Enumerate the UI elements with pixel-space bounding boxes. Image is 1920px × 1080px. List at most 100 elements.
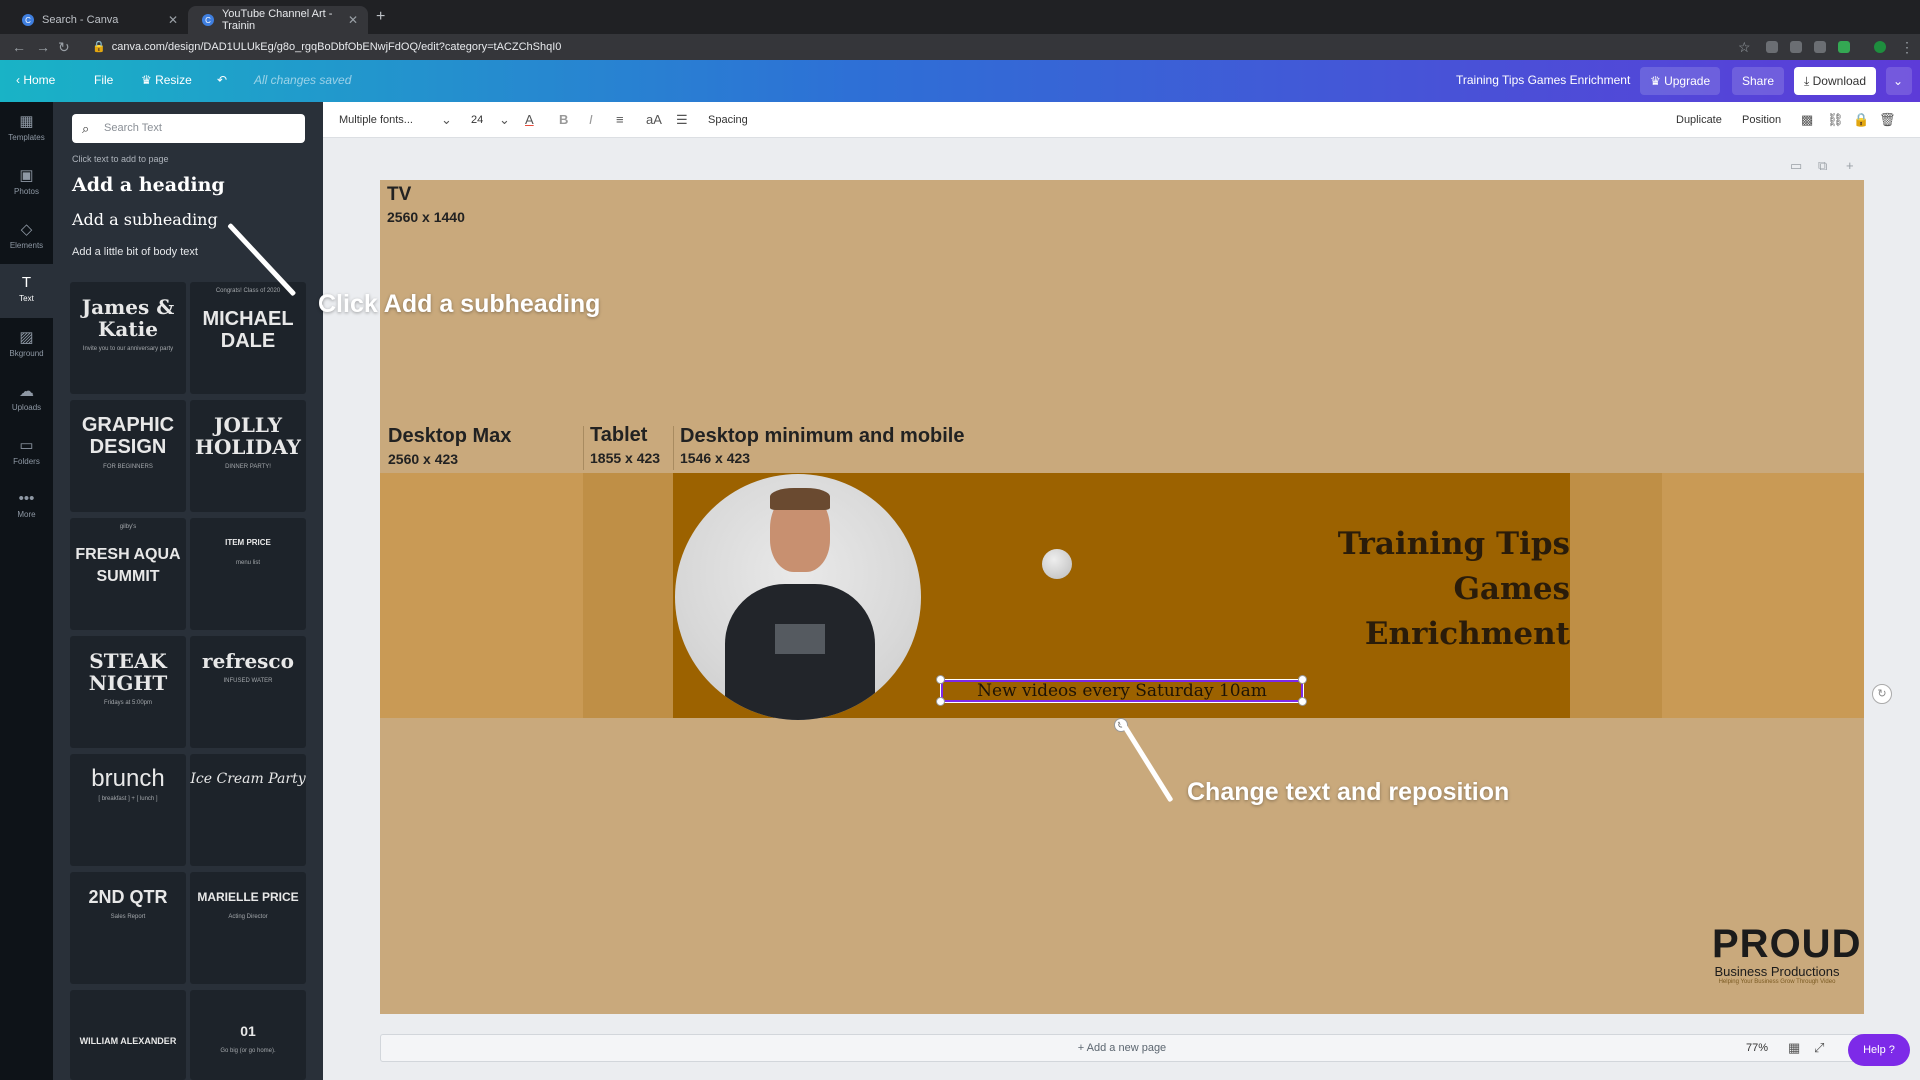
- extension-icon[interactable]: [1838, 41, 1850, 53]
- text-template[interactable]: GRAPHIC DESIGN FOR BEGINNERS: [70, 400, 186, 512]
- text-template[interactable]: brunch [ breakfast ] + [ lunch ]: [70, 754, 186, 866]
- text-color-icon[interactable]: A: [525, 112, 534, 127]
- position-button[interactable]: Position: [1742, 114, 1781, 126]
- close-tab-icon[interactable]: ✕: [348, 13, 358, 27]
- tv-size[interactable]: 2560 x 1440: [387, 209, 465, 225]
- forward-icon[interactable]: →: [36, 39, 50, 55]
- bookmark-star-icon[interactable]: ☆: [1738, 39, 1751, 56]
- rail-photos[interactable]: ▣ Photos: [0, 156, 53, 210]
- add-heading-button[interactable]: Add a heading: [72, 174, 225, 196]
- rail-text[interactable]: T Text: [0, 264, 53, 318]
- text-template[interactable]: 2ND QTR Sales Report: [70, 872, 186, 984]
- design-title[interactable]: Training Tips Games Enrichment: [1456, 73, 1630, 87]
- letter-case-icon[interactable]: aA: [646, 112, 662, 127]
- browser-menu-icon[interactable]: ⋮: [1900, 39, 1914, 56]
- new-tab-icon[interactable]: +: [376, 8, 385, 26]
- browser-tab-design[interactable]: C YouTube Channel Art - Trainin ✕: [188, 6, 368, 34]
- spacing-button[interactable]: Spacing: [708, 114, 748, 126]
- trash-icon[interactable]: 🗑: [1879, 112, 1896, 128]
- url-field[interactable]: 🔒 canva.com/design/DAD1ULUkEg/g8o_rgqBoDb…: [92, 38, 1732, 57]
- extension-icon[interactable]: [1814, 41, 1826, 53]
- fullscreen-icon[interactable]: ⤢: [1814, 1040, 1824, 1056]
- chevron-down-icon[interactable]: ⌄: [499, 112, 510, 128]
- desktop-max-size[interactable]: 2560 x 423: [388, 451, 458, 467]
- font-size-select[interactable]: 24: [471, 114, 483, 126]
- proud-logo[interactable]: PROUD Business Productions Helping Your …: [1712, 924, 1860, 988]
- profile-photo[interactable]: [675, 474, 921, 720]
- rail-folders[interactable]: ▭ Folders: [0, 426, 53, 480]
- share-button[interactable]: Share: [1732, 67, 1785, 95]
- help-button[interactable]: Help ?: [1848, 1034, 1910, 1066]
- lock-icon[interactable]: 🔒: [1853, 112, 1869, 128]
- resize-handle[interactable]: [1298, 697, 1307, 706]
- chevron-down-icon[interactable]: ⌄: [441, 112, 452, 128]
- text-template[interactable]: 01 Go big (or go home).: [190, 990, 306, 1080]
- italic-icon[interactable]: I: [589, 112, 593, 127]
- download-button[interactable]: ⤓ Download: [1794, 67, 1877, 95]
- text-template[interactable]: gilby's FRESH AQUA SUMMIT: [70, 518, 186, 630]
- text-template[interactable]: STEAK NIGHT Fridays at 5:00pm: [70, 636, 186, 748]
- desktop-max-label[interactable]: Desktop Max: [388, 425, 511, 448]
- bold-icon[interactable]: B: [559, 112, 568, 127]
- close-tab-icon[interactable]: ✕: [168, 13, 178, 27]
- template-title: refresco: [202, 649, 294, 673]
- duplicate-page-icon[interactable]: ⧉: [1818, 158, 1827, 174]
- rail-uploads[interactable]: ☁ Uploads: [0, 372, 53, 426]
- mobile-size[interactable]: 1546 x 423: [680, 450, 750, 466]
- tv-label[interactable]: TV: [387, 184, 411, 206]
- add-page-icon[interactable]: +: [1846, 158, 1854, 173]
- tablet-zone-right: [1570, 473, 1662, 718]
- profile-avatar[interactable]: [1874, 41, 1886, 53]
- home-link[interactable]: ‹ Home: [16, 73, 55, 87]
- text-template[interactable]: Congrats! Class of 2020 MICHAEL DALE: [190, 282, 306, 394]
- rail-templates[interactable]: ▦ Templates: [0, 102, 53, 156]
- resize-button[interactable]: ♛ Resize: [141, 73, 192, 87]
- duplicate-button[interactable]: Duplicate: [1676, 114, 1722, 126]
- text-template[interactable]: MARIELLE PRICE Acting Director: [190, 872, 306, 984]
- rail-elements[interactable]: ◇ Elements: [0, 210, 53, 264]
- list-icon[interactable]: ☰: [676, 112, 688, 128]
- annotation-click-subheading: Click Add a subheading: [318, 290, 601, 318]
- link-icon[interactable]: ⛓: [1827, 112, 1844, 128]
- text-template[interactable]: James & Katie Invite you to our anniversa…: [70, 282, 186, 394]
- grid-view-icon[interactable]: ▦: [1788, 1040, 1800, 1056]
- template-icon: ▦: [19, 113, 34, 130]
- mobile-label[interactable]: Desktop minimum and mobile: [680, 425, 964, 448]
- resize-handle[interactable]: [1298, 675, 1307, 684]
- search-text-input[interactable]: ⌕ Search Text: [72, 114, 305, 143]
- undo-icon[interactable]: ↶: [217, 73, 227, 87]
- extension-icon[interactable]: [1766, 41, 1778, 53]
- add-new-page-button[interactable]: + Add a new page: [380, 1034, 1864, 1062]
- resize-handle[interactable]: [936, 697, 945, 706]
- resize-handle[interactable]: [936, 675, 945, 684]
- selected-text-box[interactable]: New videos every Saturday 10am: [941, 680, 1303, 702]
- browser-tab-search[interactable]: C Search - Canva ✕: [8, 6, 188, 34]
- title-line-2[interactable]: Games: [1453, 571, 1570, 607]
- tablet-label[interactable]: Tablet: [590, 424, 647, 447]
- page-note-icon[interactable]: ▭: [1790, 158, 1802, 174]
- download-options-chevron-icon[interactable]: ⌄: [1886, 67, 1912, 95]
- file-menu[interactable]: File: [94, 73, 113, 87]
- text-template[interactable]: refresco INFUSED WATER: [190, 636, 306, 748]
- tablet-size[interactable]: 1855 x 423: [590, 450, 660, 466]
- title-line-1[interactable]: Training Tips: [1338, 526, 1570, 562]
- zoom-level[interactable]: 77%: [1746, 1042, 1768, 1054]
- add-body-text-button[interactable]: Add a little bit of body text: [72, 246, 198, 258]
- text-template[interactable]: WILLIAM ALEXANDER: [70, 990, 186, 1080]
- upgrade-button[interactable]: ♛ Upgrade: [1640, 67, 1721, 95]
- rail-background[interactable]: ▨ Bkground: [0, 318, 53, 372]
- font-family-select[interactable]: Multiple fonts...: [339, 114, 413, 126]
- back-icon[interactable]: ←: [12, 39, 26, 55]
- circle-element[interactable]: [1042, 549, 1072, 579]
- add-subheading-button[interactable]: Add a subheading: [72, 210, 218, 229]
- transparency-icon[interactable]: ▩: [1801, 112, 1813, 128]
- title-line-3[interactable]: Enrichment: [1365, 616, 1570, 652]
- align-center-icon[interactable]: ≡: [616, 112, 624, 127]
- text-template[interactable]: JOLLY HOLIDAY DINNER PARTY!: [190, 400, 306, 512]
- refresh-icon[interactable]: ↻: [1872, 684, 1892, 704]
- extension-icon[interactable]: [1790, 41, 1802, 53]
- reload-icon[interactable]: ↻: [58, 39, 70, 56]
- rail-more[interactable]: ••• More: [0, 480, 53, 534]
- text-template[interactable]: Ice Cream Party: [190, 754, 306, 866]
- text-template[interactable]: ITEM PRICE menu list: [190, 518, 306, 630]
